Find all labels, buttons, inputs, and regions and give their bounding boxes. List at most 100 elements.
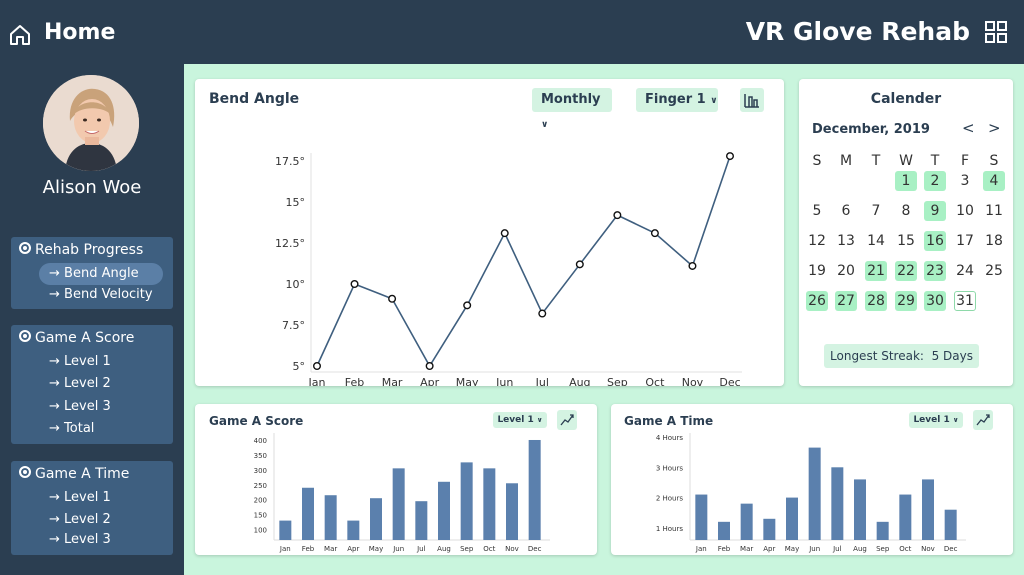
- calendar-day[interactable]: 6: [835, 201, 857, 221]
- bar[interactable]: [831, 467, 844, 540]
- calendar-day[interactable]: 31: [954, 291, 976, 311]
- calendar-day[interactable]: 17: [954, 231, 976, 251]
- arrow-right-icon: →: [49, 512, 60, 527]
- calendar-day[interactable]: 21: [865, 261, 887, 281]
- calendar-day[interactable]: 2: [924, 171, 946, 191]
- calendar-day[interactable]: 14: [865, 231, 887, 251]
- arrow-right-icon: →: [49, 266, 60, 281]
- sidebar-item-label: Level 3: [64, 399, 111, 414]
- x-tick-label: Nov: [682, 376, 704, 386]
- bar[interactable]: [370, 498, 382, 540]
- calendar-day[interactable]: 11: [983, 201, 1005, 221]
- data-point[interactable]: [613, 211, 622, 220]
- nav-group-label: Game A Time: [35, 466, 130, 482]
- calendar-day[interactable]: 24: [954, 261, 976, 281]
- sidebar-item-time-level-3[interactable]: → Level 3: [39, 529, 163, 551]
- bar[interactable]: [438, 481, 450, 540]
- data-point[interactable]: [538, 309, 547, 318]
- data-point[interactable]: [350, 279, 359, 288]
- calendar-day[interactable]: 20: [835, 261, 857, 281]
- data-point[interactable]: [312, 362, 321, 371]
- bar[interactable]: [876, 521, 889, 540]
- calendar-card: Calender December, 2019 < > SMTWTFS12345…: [799, 79, 1013, 386]
- bar[interactable]: [944, 509, 957, 540]
- sidebar-item-score-level-2[interactable]: → Level 2: [39, 373, 163, 395]
- nav-group-header[interactable]: Game A Time: [19, 466, 129, 482]
- calendar-prev-button[interactable]: <: [962, 119, 975, 137]
- sidebar-item-score-level-3[interactable]: → Level 3: [39, 396, 163, 418]
- x-tick-label: May: [456, 376, 479, 386]
- data-point[interactable]: [463, 301, 472, 310]
- calendar-day[interactable]: 9: [924, 201, 946, 221]
- user-name: Alison Woe: [42, 177, 142, 198]
- sidebar-item-label: Level 3: [64, 532, 111, 547]
- calendar-next-button[interactable]: >: [988, 119, 1001, 137]
- sidebar-item-time-level-2[interactable]: → Level 2: [39, 509, 163, 531]
- y-tick-label: 12.5°: [275, 237, 305, 250]
- y-tick-label: 4 Hours: [656, 434, 684, 442]
- calendar-day[interactable]: 13: [835, 231, 857, 251]
- bar[interactable]: [718, 521, 730, 540]
- nav-group-header[interactable]: Game A Score: [19, 330, 134, 346]
- avatar[interactable]: [43, 75, 139, 171]
- bar[interactable]: [347, 520, 360, 540]
- data-point[interactable]: [575, 260, 584, 269]
- bar[interactable]: [922, 479, 934, 540]
- sidebar-item-time-level-1[interactable]: → Level 1: [39, 487, 163, 509]
- home-icon[interactable]: [9, 24, 31, 46]
- sidebar-item-bend-angle[interactable]: → Bend Angle: [39, 263, 163, 285]
- data-point[interactable]: [500, 229, 509, 238]
- sidebar-item-bend-velocity[interactable]: → Bend Velocity: [39, 284, 163, 306]
- calendar-day[interactable]: 8: [895, 201, 917, 221]
- calendar-day[interactable]: 5: [806, 201, 828, 221]
- weekday-label: T: [871, 153, 881, 169]
- sidebar-item-score-level-1[interactable]: → Level 1: [39, 351, 163, 373]
- data-point[interactable]: [726, 152, 735, 161]
- bar[interactable]: [899, 494, 912, 540]
- calendar-day[interactable]: 3: [954, 171, 976, 191]
- sidebar-item-score-total[interactable]: → Total: [39, 418, 163, 440]
- bar[interactable]: [695, 494, 708, 540]
- calendar-day[interactable]: 16: [924, 231, 946, 251]
- calendar-day[interactable]: 19: [806, 261, 828, 281]
- x-tick-label: Oct: [645, 376, 665, 386]
- calendar-day[interactable]: 4: [983, 171, 1005, 191]
- bar[interactable]: [786, 497, 798, 540]
- bar[interactable]: [740, 503, 753, 540]
- grid-icon[interactable]: [985, 21, 1007, 43]
- x-tick-label: Dec: [944, 545, 958, 553]
- bar[interactable]: [506, 483, 518, 540]
- y-tick-label: 250: [254, 482, 267, 490]
- bar[interactable]: [854, 479, 866, 540]
- calendar-day[interactable]: 10: [954, 201, 976, 221]
- calendar-day[interactable]: 15: [895, 231, 917, 251]
- calendar-day[interactable]: 25: [983, 261, 1005, 281]
- calendar-day[interactable]: 12: [806, 231, 828, 251]
- bar[interactable]: [392, 468, 405, 540]
- nav-group-header[interactable]: Rehab Progress: [19, 242, 143, 258]
- data-point[interactable]: [688, 261, 697, 270]
- calendar-day[interactable]: 23: [924, 261, 946, 281]
- nav-group-rehab-progress: Rehab Progress → Bend Angle → Bend Veloc…: [11, 237, 173, 309]
- calendar-day[interactable]: 26: [806, 291, 828, 311]
- calendar-day[interactable]: 18: [983, 231, 1005, 251]
- bar[interactable]: [279, 520, 292, 540]
- calendar-day[interactable]: 27: [835, 291, 857, 311]
- data-point[interactable]: [388, 294, 397, 303]
- calendar-day[interactable]: 28: [865, 291, 887, 311]
- bar[interactable]: [460, 462, 473, 540]
- calendar-day[interactable]: 30: [924, 291, 946, 311]
- calendar-day[interactable]: 22: [895, 261, 917, 281]
- data-point[interactable]: [650, 229, 659, 238]
- bar[interactable]: [415, 501, 428, 540]
- bar[interactable]: [763, 518, 776, 540]
- bar[interactable]: [324, 495, 337, 540]
- bar[interactable]: [808, 447, 821, 540]
- bar[interactable]: [483, 468, 496, 540]
- data-point[interactable]: [425, 362, 434, 371]
- calendar-day[interactable]: 29: [895, 291, 917, 311]
- bar[interactable]: [302, 487, 314, 540]
- bar[interactable]: [528, 439, 541, 540]
- calendar-day[interactable]: 1: [895, 171, 917, 191]
- calendar-day[interactable]: 7: [865, 201, 887, 221]
